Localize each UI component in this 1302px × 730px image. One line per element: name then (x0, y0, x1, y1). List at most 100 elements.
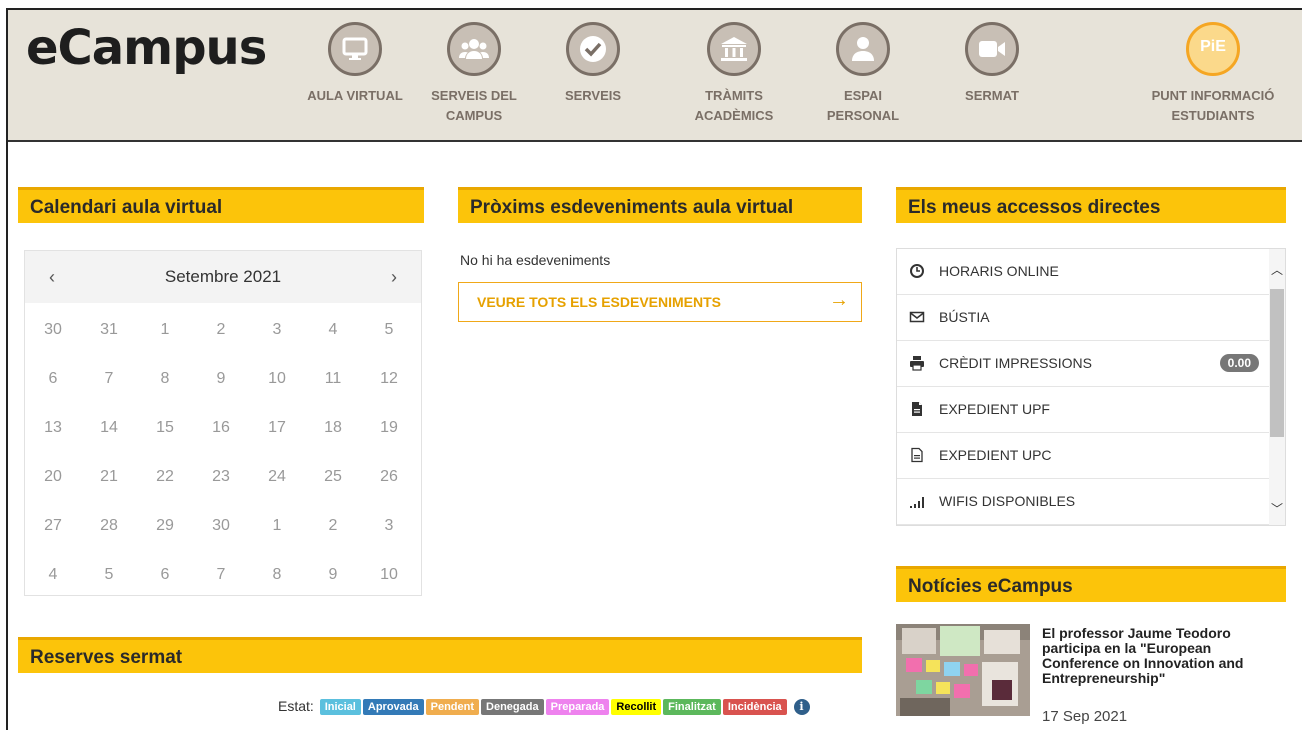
calendar-day[interactable]: 4 (305, 321, 361, 339)
no-events-text: No hi ha esdeveniments (460, 252, 611, 268)
shortcut-horaris-online[interactable]: HORARIS ONLINE (897, 249, 1271, 295)
nav-aula-virtual[interactable]: AULA VIRTUAL (294, 22, 416, 106)
file-outline-icon (911, 447, 923, 463)
calendar-day[interactable]: 4 (25, 566, 81, 584)
calendar-day[interactable]: 16 (193, 419, 249, 437)
calendar-day[interactable]: 20 (25, 468, 81, 486)
chevron-down-icon[interactable]: ﹀ (1269, 500, 1285, 517)
view-all-events-button[interactable]: VEURE TOTS ELS ESDEVENIMENTS → (458, 282, 862, 322)
calendar-day[interactable]: 22 (137, 468, 193, 486)
scrollbar-thumb[interactable] (1270, 289, 1284, 437)
calendar-day[interactable]: 8 (249, 566, 305, 584)
calendar-day[interactable]: 3 (361, 517, 417, 535)
calendar-day[interactable]: 26 (361, 468, 417, 486)
shortcut-credit-impressions[interactable]: CRÈDIT IMPRESSIONS 0.00 (897, 341, 1271, 387)
shortcut-bustia[interactable]: BÚSTIA (897, 295, 1271, 341)
nav-label: AULA VIRTUAL (307, 88, 403, 103)
calendar-day[interactable]: 24 (249, 468, 305, 486)
calendar-day[interactable]: 25 (305, 468, 361, 486)
file-solid-icon (912, 402, 922, 416)
calendar-day[interactable]: 5 (361, 321, 417, 339)
calendar-header: ‹ Setembre 2021 › (25, 251, 421, 303)
nav-label: SERMAT (965, 88, 1019, 103)
calendar-day[interactable]: 17 (249, 419, 305, 437)
status-badge: Recollit (611, 699, 662, 716)
check-icon (566, 22, 620, 76)
ecampus-logo[interactable]: eCampus (26, 20, 267, 76)
calendar-day[interactable]: 3 (249, 321, 305, 339)
status-label: Estat: (278, 698, 314, 714)
calendar-next-button[interactable]: › (391, 267, 397, 288)
info-icon[interactable]: i (793, 699, 810, 716)
shortcut-expedient-upf[interactable]: EXPEDIENT UPF (897, 387, 1271, 433)
calendar-day[interactable]: 7 (193, 566, 249, 584)
calendar-day[interactable]: 15 (137, 419, 193, 437)
nav-label: SERVEIS (564, 88, 622, 103)
mail-icon (909, 311, 925, 323)
calendar-day[interactable]: 13 (25, 419, 81, 437)
nav-label-2: PERSONAL (826, 108, 900, 123)
status-badge: Pendent (425, 699, 480, 716)
shortcut-expedient-upc[interactable]: EXPEDIENT UPC (897, 433, 1271, 479)
nav-serveis[interactable]: SERVEIS (548, 22, 638, 106)
news-title-link[interactable]: El professor Jaume Teodoro participa en … (1042, 626, 1272, 686)
pie-icon-text: PiE (1200, 38, 1226, 55)
shortcut-label: WIFIS DISPONIBLES (939, 493, 1076, 509)
calendar-day[interactable]: 5 (81, 566, 137, 584)
calendar-day[interactable]: 9 (193, 370, 249, 388)
calendar-day[interactable]: 6 (25, 370, 81, 388)
calendar-day[interactable]: 30 (25, 321, 81, 339)
user-icon (836, 22, 890, 76)
calendar-day[interactable]: 19 (361, 419, 417, 437)
users-icon (447, 22, 501, 76)
nav-label-2: ESTUDIANTS (1171, 108, 1255, 123)
news-thumbnail[interactable] (896, 624, 1030, 716)
calendar-day[interactable]: 14 (81, 419, 137, 437)
pie-icon: PiE (1186, 22, 1240, 76)
calendar-day[interactable]: 28 (81, 517, 137, 535)
nav-tramits-academics[interactable]: TRÀMITS ACADÈMICS (684, 22, 784, 126)
calendar-day[interactable]: 10 (249, 370, 305, 388)
nav-espai-personal[interactable]: ESPAI PERSONAL (818, 22, 908, 126)
status-badge: Aprovada (362, 699, 424, 716)
nav-label-2: CAMPUS (445, 108, 503, 123)
building-icon (707, 22, 761, 76)
calendar-day[interactable]: 1 (249, 517, 305, 535)
nav-label: SERVEIS DEL (431, 88, 517, 103)
nav-label: TRÀMITS (705, 88, 763, 103)
calendar-day[interactable]: 30 (193, 517, 249, 535)
printer-icon (910, 356, 924, 371)
calendar: ‹ Setembre 2021 › 30 31 1 2 3 4 5 6 7 8 9 10 11 12 13 1… (24, 250, 422, 596)
calendar-day[interactable]: 2 (305, 517, 361, 535)
shortcuts-scrollbar[interactable]: ︿ ﹀ (1269, 249, 1285, 525)
calendar-day[interactable]: 21 (81, 468, 137, 486)
nav-label-2: ACADÈMICS (694, 108, 774, 123)
status-badge: Incidència (722, 699, 787, 716)
shortcut-wifis-disponibles[interactable]: WIFIS DISPONIBLES (897, 479, 1271, 525)
calendar-day[interactable]: 6 (137, 566, 193, 584)
monitor-icon (328, 22, 382, 76)
calendar-heading: Calendari aula virtual (18, 187, 424, 223)
page-frame: eCampus AULA VIRTUAL SERVEIS DEL CAMPUS S… (6, 8, 1302, 730)
calendar-day[interactable]: 8 (137, 370, 193, 388)
shortcut-label: EXPEDIENT UPC (939, 447, 1052, 463)
calendar-day[interactable]: 29 (137, 517, 193, 535)
calendar-day[interactable]: 27 (25, 517, 81, 535)
nav-sermat[interactable]: SERMAT (952, 22, 1032, 106)
chevron-up-icon[interactable]: ︿ (1269, 261, 1285, 278)
nav-punt-informacio-estudiants[interactable]: PiE PUNT INFORMACIÓ ESTUDIANTS (1138, 22, 1288, 126)
calendar-day[interactable]: 10 (361, 566, 417, 584)
calendar-day[interactable]: 7 (81, 370, 137, 388)
calendar-day[interactable]: 2 (193, 321, 249, 339)
calendar-day[interactable]: 1 (137, 321, 193, 339)
nav-label: ESPAI (843, 88, 883, 103)
calendar-day[interactable]: 23 (193, 468, 249, 486)
calendar-day[interactable]: 11 (305, 370, 361, 388)
calendar-day[interactable]: 12 (361, 370, 417, 388)
calendar-day[interactable]: 18 (305, 419, 361, 437)
calendar-day[interactable]: 9 (305, 566, 361, 584)
nav-serveis-del-campus[interactable]: SERVEIS DEL CAMPUS (418, 22, 530, 126)
clock-icon (910, 264, 924, 278)
status-badge: Finalitzat (663, 699, 721, 716)
calendar-day[interactable]: 31 (81, 321, 137, 339)
